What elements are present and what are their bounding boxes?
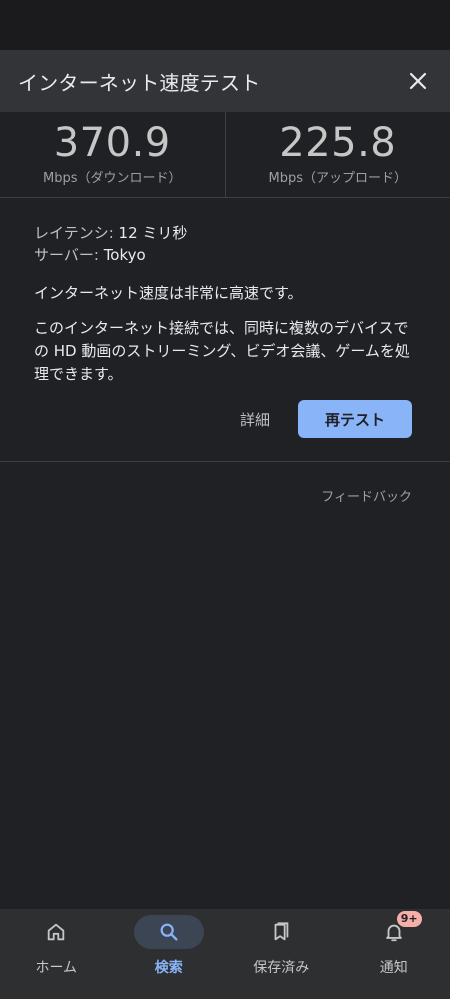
nav-saved-label: 保存済み bbox=[253, 960, 310, 976]
download-speed-value: 370.9 bbox=[53, 120, 171, 166]
download-speed-unit: Mbps（ダウンロード） bbox=[43, 171, 182, 186]
speed-description: このインターネット接続では、同時に複数のデバイスでの HD 動画のストリーミング… bbox=[34, 319, 410, 383]
nav-notifications-label: 通知 bbox=[379, 960, 408, 976]
nav-search[interactable]: 検索 bbox=[113, 909, 226, 999]
nav-notifications-icon-wrap: 9+ bbox=[359, 911, 429, 949]
latency-value: 12 ミリ秒 bbox=[118, 224, 188, 242]
details-button[interactable]: 詳細 bbox=[240, 409, 270, 430]
nav-saved[interactable]: 保存済み bbox=[225, 909, 338, 999]
latency-label: レイテンシ: bbox=[34, 224, 114, 242]
nav-home[interactable]: ホーム bbox=[0, 909, 113, 999]
server-line: サーバー: Tokyo bbox=[34, 244, 416, 266]
upload-speed-value: 225.8 bbox=[279, 120, 397, 166]
upload-speed-unit: Mbps（アップロード） bbox=[268, 171, 408, 186]
home-icon bbox=[48, 923, 65, 941]
page-title: インターネット速度テスト bbox=[18, 70, 261, 95]
retest-button[interactable]: 再テスト bbox=[298, 400, 412, 438]
nav-search-icon-wrap bbox=[133, 915, 204, 949]
download-speed: 370.9 Mbps（ダウンロード） bbox=[0, 112, 225, 197]
status-bar bbox=[0, 0, 450, 50]
close-button[interactable] bbox=[404, 67, 432, 95]
bottom-navigation: ホーム 検索 保存済み 9+ 通知 bbox=[0, 909, 450, 999]
search-icon bbox=[160, 923, 178, 941]
bookmark-icon bbox=[274, 922, 289, 941]
result-actions: 詳細 再テスト bbox=[240, 400, 412, 438]
speed-summary: インターネット速度は非常に高速です。 bbox=[34, 284, 303, 302]
result-details: レイテンシ: 12 ミリ秒 サーバー: Tokyo インターネット速度は非常に高… bbox=[0, 198, 450, 462]
notification-badge: 9+ bbox=[396, 911, 422, 927]
upload-speed: 225.8 Mbps（アップロード） bbox=[224, 112, 450, 197]
dialog-header: インターネット速度テスト bbox=[0, 50, 450, 112]
nav-saved-icon-wrap bbox=[246, 915, 316, 949]
speed-results: 370.9 Mbps（ダウンロード） 225.8 Mbps（アップロード） bbox=[0, 112, 450, 198]
nav-home-label: ホーム bbox=[35, 960, 78, 976]
nav-search-label: 検索 bbox=[154, 960, 183, 976]
feedback-link[interactable]: フィードバック bbox=[321, 486, 412, 505]
server-value: Tokyo bbox=[103, 246, 146, 264]
nav-notifications[interactable]: 9+ 通知 bbox=[338, 909, 450, 999]
nav-home-icon-wrap bbox=[21, 915, 91, 949]
latency-line: レイテンシ: 12 ミリ秒 bbox=[34, 222, 416, 244]
close-icon bbox=[409, 72, 427, 90]
server-label: サーバー: bbox=[34, 246, 99, 264]
